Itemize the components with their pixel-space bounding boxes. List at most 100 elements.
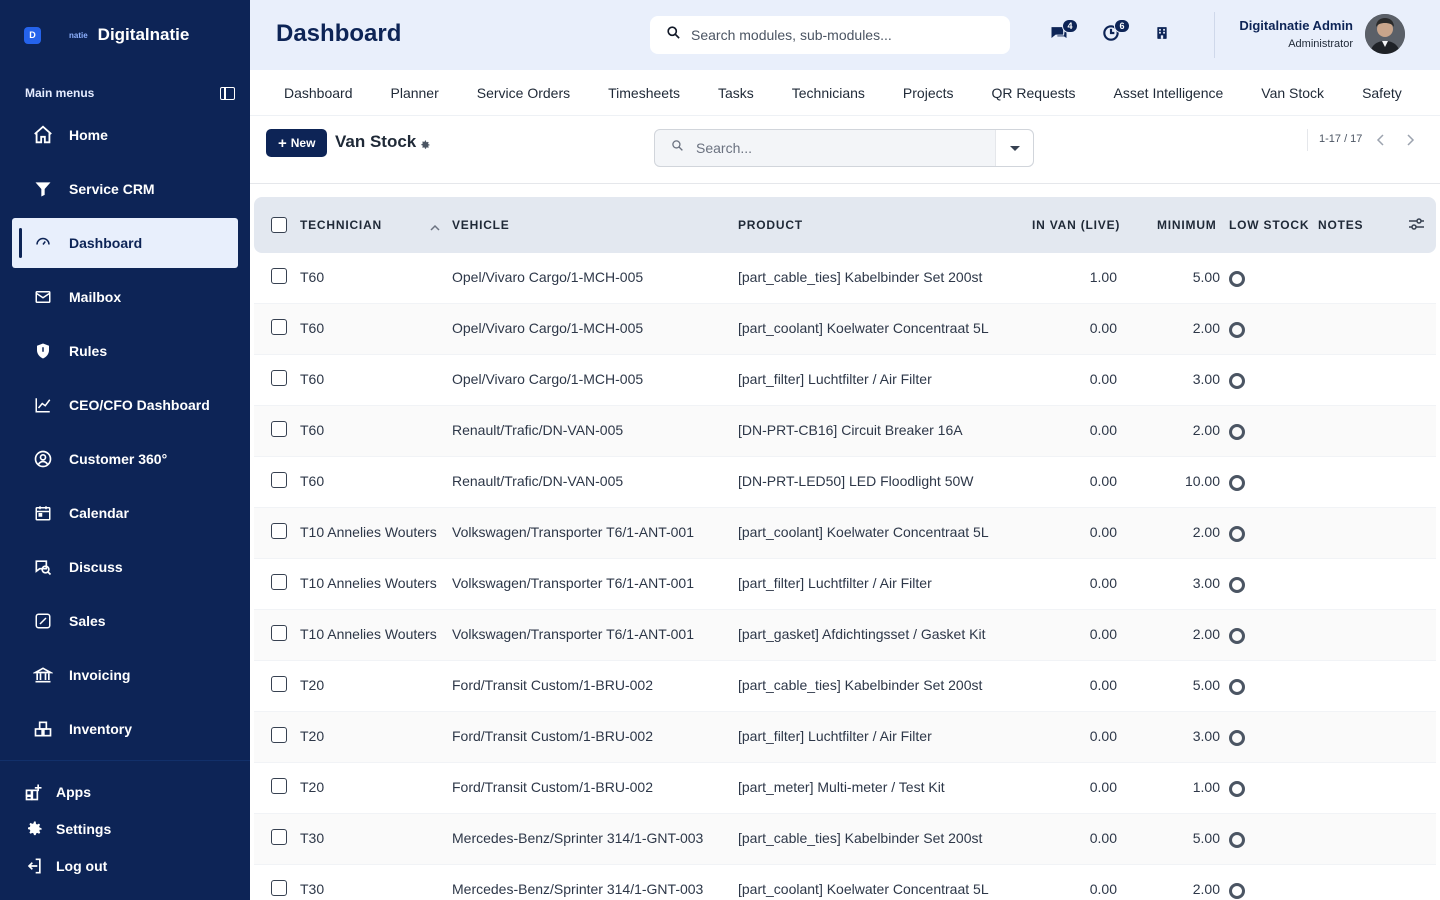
sidebar-item-logout[interactable]: Log out <box>0 847 250 884</box>
table-row[interactable]: T30 Mercedes-Benz/Sprinter 314/1-GNT-003 [… <box>254 814 1436 865</box>
pager-value[interactable]: 1-17 / 17 <box>1319 133 1362 145</box>
tab-safety[interactable]: Safety <box>1362 85 1402 101</box>
low-stock-toggle[interactable] <box>1229 781 1245 797</box>
sidebar-item-calendar[interactable]: Calendar <box>12 488 238 538</box>
mail-icon <box>32 286 54 308</box>
tab-dashboard[interactable]: Dashboard <box>284 85 353 101</box>
table-row[interactable]: T60 Opel/Vivaro Cargo/1-MCH-005 [part_cabl… <box>254 253 1436 304</box>
row-checkbox[interactable] <box>271 676 287 692</box>
table-row[interactable]: T30 Mercedes-Benz/Sprinter 314/1-GNT-003 [… <box>254 865 1436 900</box>
sidebar-item-discuss[interactable]: Discuss <box>12 542 238 592</box>
low-stock-toggle[interactable] <box>1229 373 1245 389</box>
messages-button[interactable]: 4 <box>1046 19 1078 48</box>
sidebar-item-ceo-cfo-dashboard[interactable]: CEO/CFO Dashboard <box>12 380 238 430</box>
brand[interactable]: D natie Digitalnatie <box>24 22 189 48</box>
sidebar-item-dashboard[interactable]: Dashboard <box>12 218 238 268</box>
sidebar-item-apps[interactable]: Apps <box>0 773 250 810</box>
sidebar-item-rules[interactable]: Rules <box>12 326 238 376</box>
cell-minimum: 2.00 <box>1192 626 1220 642</box>
new-button[interactable]: + New <box>266 129 328 157</box>
table-row[interactable]: T20 Ford/Transit Custom/1-BRU-002 [part_ca… <box>254 661 1436 712</box>
sidebar-item-customer-360[interactable]: Customer 360° <box>12 434 238 484</box>
tab-technicians[interactable]: Technicians <box>792 85 865 101</box>
sidebar-item-service-crm[interactable]: Service CRM <box>12 164 238 214</box>
sidebar-item-inventory[interactable]: Inventory <box>12 704 238 754</box>
table-row[interactable]: T60 Renault/Trafic/DN-VAN-005 [DN-PRT-LED5… <box>254 457 1436 508</box>
column-header-technician[interactable]: TECHNICIAN <box>300 218 382 232</box>
global-search-input[interactable] <box>691 27 991 43</box>
row-checkbox[interactable] <box>271 727 287 743</box>
sidebar-item-home[interactable]: Home <box>12 110 238 160</box>
column-header-low-stock[interactable]: LOW STOCK <box>1229 218 1309 232</box>
avatar[interactable] <box>1365 14 1405 54</box>
tab-tasks[interactable]: Tasks <box>718 85 754 101</box>
low-stock-toggle[interactable] <box>1229 679 1245 695</box>
tab-planner[interactable]: Planner <box>391 85 439 101</box>
row-checkbox[interactable] <box>271 523 287 539</box>
low-stock-toggle[interactable] <box>1229 628 1245 644</box>
sidebar-item-invoicing[interactable]: Invoicing <box>12 650 238 700</box>
table-row[interactable]: T10 Annelies Wouters Volkswagen/Transport… <box>254 610 1436 661</box>
row-checkbox[interactable] <box>271 319 287 335</box>
column-header-product[interactable]: PRODUCT <box>738 218 803 232</box>
table-row[interactable]: T60 Opel/Vivaro Cargo/1-MCH-005 [part_filt… <box>254 355 1436 406</box>
column-header-vehicle[interactable]: VEHICLE <box>452 218 510 232</box>
row-checkbox[interactable] <box>271 574 287 590</box>
low-stock-toggle[interactable] <box>1229 526 1245 542</box>
low-stock-toggle[interactable] <box>1229 577 1245 593</box>
inventory-icon <box>32 718 54 740</box>
cell-technician: T20 <box>300 728 325 744</box>
row-checkbox[interactable] <box>271 370 287 386</box>
row-checkbox[interactable] <box>271 778 287 794</box>
sidebar-toggle-icon[interactable] <box>220 86 235 100</box>
row-checkbox[interactable] <box>271 829 287 845</box>
low-stock-toggle[interactable] <box>1229 832 1245 848</box>
pager-previous-button[interactable] <box>1372 131 1390 149</box>
global-search[interactable] <box>650 16 1010 54</box>
low-stock-toggle[interactable] <box>1229 322 1245 338</box>
tab-qr-requests[interactable]: QR Requests <box>992 85 1076 101</box>
sidebar-item-mailbox[interactable]: Mailbox <box>12 272 238 322</box>
search-options-toggle[interactable] <box>995 130 1033 166</box>
low-stock-toggle[interactable] <box>1229 730 1245 746</box>
activities-button[interactable]: 6 <box>1098 19 1130 48</box>
user-name[interactable]: Digitalnatie Admin <box>1239 18 1353 33</box>
low-stock-toggle[interactable] <box>1229 424 1245 440</box>
gear-icon[interactable] <box>419 138 431 150</box>
view-search[interactable] <box>654 129 1034 167</box>
row-checkbox[interactable] <box>271 880 287 896</box>
tab-timesheets[interactable]: Timesheets <box>608 85 680 101</box>
column-settings-icon[interactable] <box>1408 217 1425 236</box>
column-header-notes[interactable]: NOTES <box>1318 218 1363 232</box>
cell-product: [part_gasket] Afdichtingsset / Gasket Ki… <box>738 626 986 642</box>
select-all-checkbox[interactable] <box>271 217 287 233</box>
table-row[interactable]: T20 Ford/Transit Custom/1-BRU-002 [part_fi… <box>254 712 1436 763</box>
tab-service-orders[interactable]: Service Orders <box>477 85 570 101</box>
column-header-in-van[interactable]: IN VAN (LIVE) <box>1032 218 1120 232</box>
tab-van-stock[interactable]: Van Stock <box>1261 85 1324 101</box>
table-row[interactable]: T60 Opel/Vivaro Cargo/1-MCH-005 [part_cool… <box>254 304 1436 355</box>
low-stock-toggle[interactable] <box>1229 475 1245 491</box>
row-checkbox[interactable] <box>271 268 287 284</box>
sort-up-icon[interactable] <box>430 219 440 237</box>
table-row[interactable]: T60 Renault/Trafic/DN-VAN-005 [DN-PRT-CB16… <box>254 406 1436 457</box>
company-switch-button[interactable] <box>1149 22 1175 48</box>
sidebar-item-sales[interactable]: Sales <box>12 596 238 646</box>
cell-minimum: 2.00 <box>1192 320 1220 336</box>
view-search-field[interactable] <box>655 130 995 166</box>
low-stock-toggle[interactable] <box>1229 271 1245 287</box>
cell-minimum: 3.00 <box>1192 575 1220 591</box>
low-stock-toggle[interactable] <box>1229 883 1245 899</box>
table-row[interactable]: T20 Ford/Transit Custom/1-BRU-002 [part_me… <box>254 763 1436 814</box>
pager-next-button[interactable] <box>1401 131 1419 149</box>
tab-projects[interactable]: Projects <box>903 85 954 101</box>
table-row[interactable]: T10 Annelies Wouters Volkswagen/Transport… <box>254 508 1436 559</box>
row-checkbox[interactable] <box>271 472 287 488</box>
table-row[interactable]: T10 Annelies Wouters Volkswagen/Transport… <box>254 559 1436 610</box>
row-checkbox[interactable] <box>271 421 287 437</box>
view-search-input[interactable] <box>696 140 976 156</box>
row-checkbox[interactable] <box>271 625 287 641</box>
column-header-minimum[interactable]: MINIMUM <box>1157 218 1217 232</box>
sidebar-item-settings[interactable]: Settings <box>0 810 250 847</box>
tab-asset-intelligence[interactable]: Asset Intelligence <box>1114 85 1224 101</box>
